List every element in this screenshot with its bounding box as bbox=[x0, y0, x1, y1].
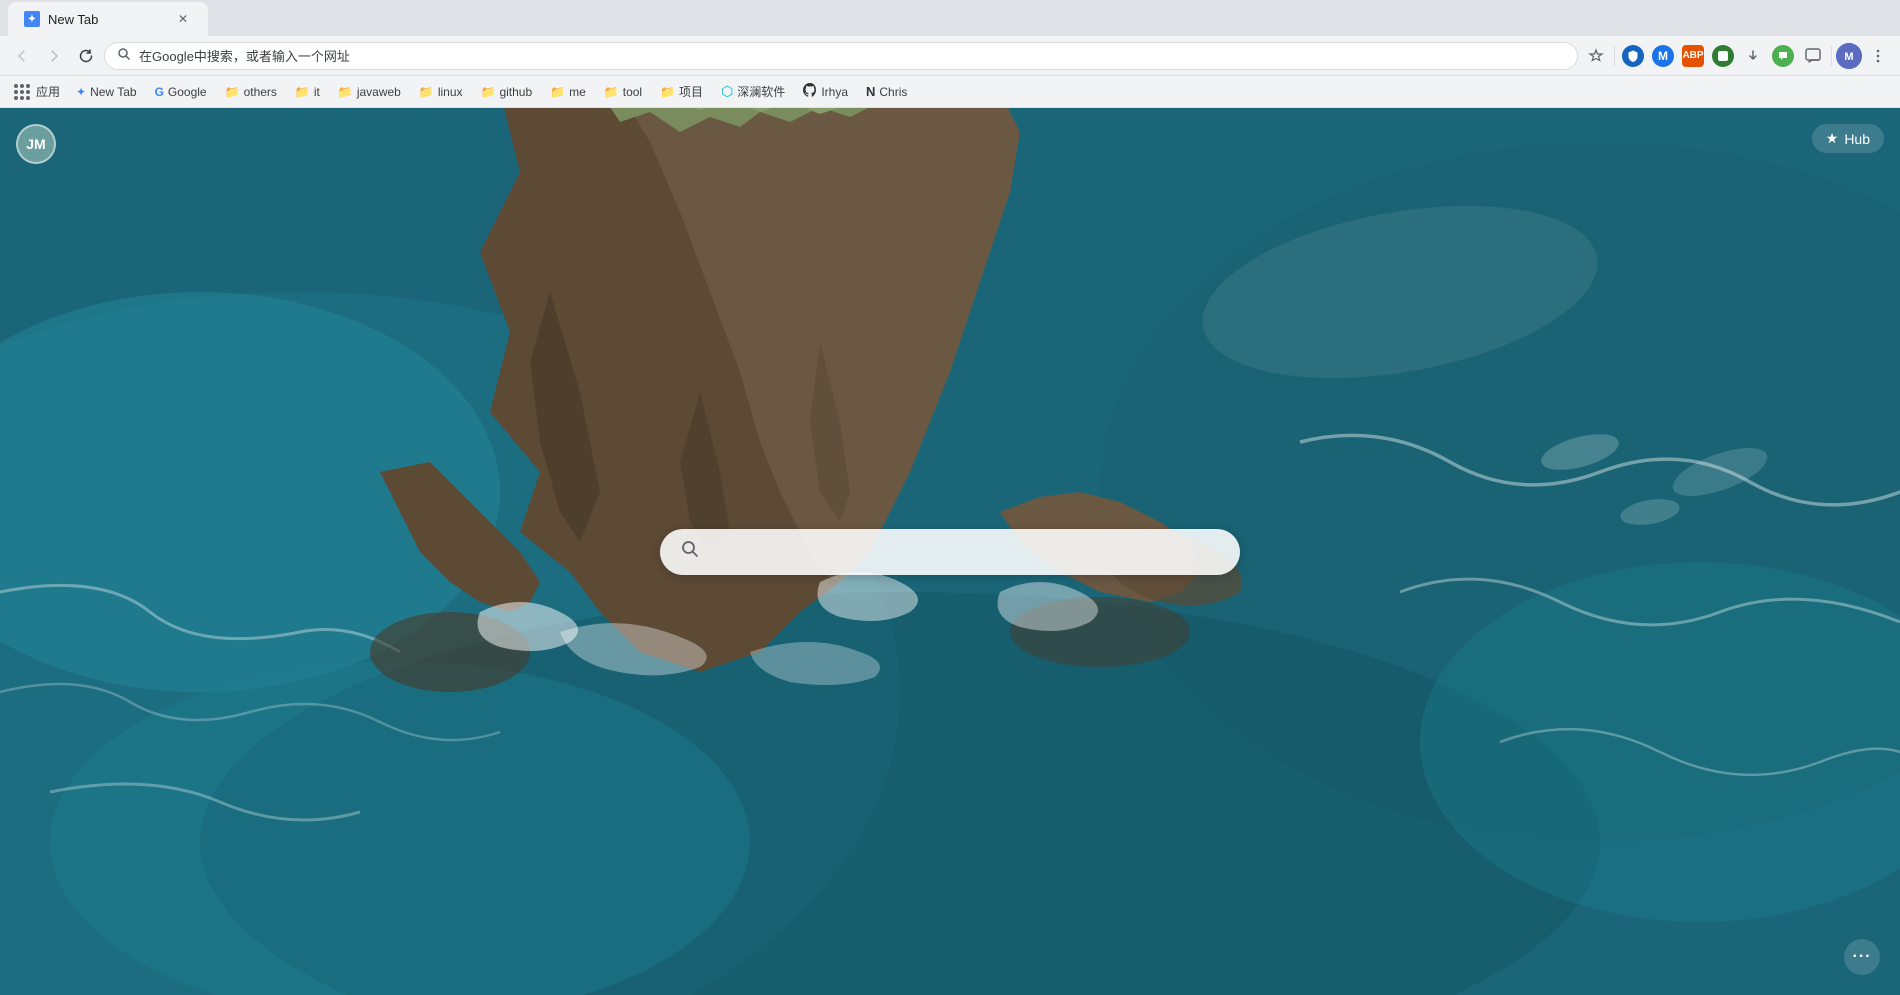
svg-text:M: M bbox=[1844, 51, 1853, 63]
bookmark-label: 深澜软件 bbox=[737, 83, 785, 100]
ext-adblock-icon[interactable]: ABP bbox=[1679, 42, 1707, 70]
toolbar-right: M ABP bbox=[1582, 42, 1892, 70]
folder-icon: 📁 bbox=[481, 85, 496, 99]
toolbar: 在Google中搜索，或者输入一个网址 M ABP bbox=[0, 36, 1900, 76]
bookmark-star-button[interactable] bbox=[1582, 42, 1610, 70]
bookmark-label: Chris bbox=[879, 85, 907, 99]
bookmark-label: Google bbox=[168, 85, 207, 99]
forward-button[interactable] bbox=[40, 42, 68, 70]
folder-icon: 📁 bbox=[419, 85, 434, 99]
apps-button[interactable]: 应用 bbox=[8, 80, 66, 103]
bookmark-shenlan[interactable]: ⬡ 深澜软件 bbox=[713, 80, 793, 103]
center-search-container bbox=[660, 529, 1240, 575]
ext-chat-icon[interactable] bbox=[1769, 42, 1797, 70]
star-icon: ★ bbox=[1826, 130, 1839, 147]
bookmark-chris[interactable]: N Chris bbox=[858, 81, 915, 102]
apps-grid-icon bbox=[14, 84, 30, 100]
ext-m-icon[interactable]: M bbox=[1649, 42, 1677, 70]
new-tab-icon: ✦ bbox=[76, 85, 86, 99]
bookmark-javaweb[interactable]: 📁 javaweb bbox=[330, 82, 409, 102]
search-input[interactable] bbox=[712, 543, 1220, 561]
center-search-bar[interactable] bbox=[660, 529, 1240, 575]
folder-icon: 📁 bbox=[550, 85, 565, 99]
google-favicon: G bbox=[155, 85, 164, 99]
bookmark-new-tab[interactable]: ✦ New Tab bbox=[68, 82, 145, 102]
address-bar[interactable]: 在Google中搜索，或者输入一个网址 bbox=[104, 42, 1578, 70]
bookmark-label: tool bbox=[623, 85, 642, 99]
tab-label: New Tab bbox=[48, 12, 98, 27]
github-icon bbox=[803, 83, 817, 100]
profile-avatar[interactable]: M bbox=[1836, 43, 1862, 69]
bookmark-project[interactable]: 📁 项目 bbox=[652, 80, 711, 103]
notion-icon: N bbox=[866, 84, 875, 99]
menu-button[interactable] bbox=[1864, 42, 1892, 70]
address-search-icon bbox=[117, 47, 131, 64]
search-icon bbox=[680, 539, 700, 564]
apps-label: 应用 bbox=[36, 83, 60, 100]
bookmark-label: me bbox=[569, 85, 586, 99]
back-button[interactable] bbox=[8, 42, 36, 70]
bookmark-label: Irhya bbox=[821, 85, 848, 99]
folder-icon: 📁 bbox=[660, 85, 675, 99]
ext-shield-icon[interactable] bbox=[1619, 42, 1647, 70]
bookmark-it[interactable]: 📁 it bbox=[287, 82, 328, 102]
bookmark-label: others bbox=[244, 85, 277, 99]
bookmark-label: javaweb bbox=[357, 85, 401, 99]
more-options-button[interactable]: ··· bbox=[1844, 939, 1880, 975]
bookmark-label: github bbox=[499, 85, 532, 99]
bookmark-me[interactable]: 📁 me bbox=[542, 82, 594, 102]
tab-favicon: ✦ bbox=[24, 11, 40, 27]
bookmarks-bar: 应用 ✦ New Tab G Google 📁 others 📁 it 📁 ja… bbox=[0, 76, 1900, 108]
active-tab[interactable]: ✦ New Tab ✕ bbox=[8, 2, 208, 36]
hub-label: Hub bbox=[1844, 131, 1870, 147]
user-avatar[interactable]: JM bbox=[16, 124, 56, 164]
bookmark-google[interactable]: G Google bbox=[147, 82, 215, 102]
shenlan-icon: ⬡ bbox=[721, 83, 733, 100]
bookmark-label: linux bbox=[438, 85, 463, 99]
bookmark-label: it bbox=[314, 85, 320, 99]
bookmark-label: New Tab bbox=[90, 85, 136, 99]
toolbar-divider-2 bbox=[1831, 46, 1832, 66]
bookmark-linux[interactable]: 📁 linux bbox=[411, 82, 471, 102]
bookmark-irhya[interactable]: Irhya bbox=[795, 80, 856, 103]
hub-button[interactable]: ★ Hub bbox=[1812, 124, 1884, 153]
main-content: JM ★ Hub ··· bbox=[0, 108, 1900, 995]
folder-icon: 📁 bbox=[604, 85, 619, 99]
tab-bar: ✦ New Tab ✕ bbox=[0, 0, 1900, 36]
folder-icon: 📁 bbox=[295, 85, 310, 99]
bookmark-label: 项目 bbox=[679, 83, 703, 100]
ext-message-icon[interactable] bbox=[1799, 42, 1827, 70]
folder-icon: 📁 bbox=[338, 85, 353, 99]
toolbar-divider bbox=[1614, 46, 1615, 66]
address-text: 在Google中搜索，或者输入一个网址 bbox=[139, 46, 350, 65]
bookmark-others[interactable]: 📁 others bbox=[217, 82, 285, 102]
tab-close-button[interactable]: ✕ bbox=[174, 10, 192, 28]
reload-button[interactable] bbox=[72, 42, 100, 70]
ext-green-icon[interactable] bbox=[1709, 42, 1737, 70]
browser-shell: ✦ New Tab ✕ 在Google中搜索，或者输入一个网址 bbox=[0, 0, 1900, 995]
bookmark-tool[interactable]: 📁 tool bbox=[596, 82, 650, 102]
folder-icon: 📁 bbox=[225, 85, 240, 99]
ext-arrow-icon[interactable] bbox=[1739, 42, 1767, 70]
bookmark-github[interactable]: 📁 github bbox=[473, 82, 541, 102]
